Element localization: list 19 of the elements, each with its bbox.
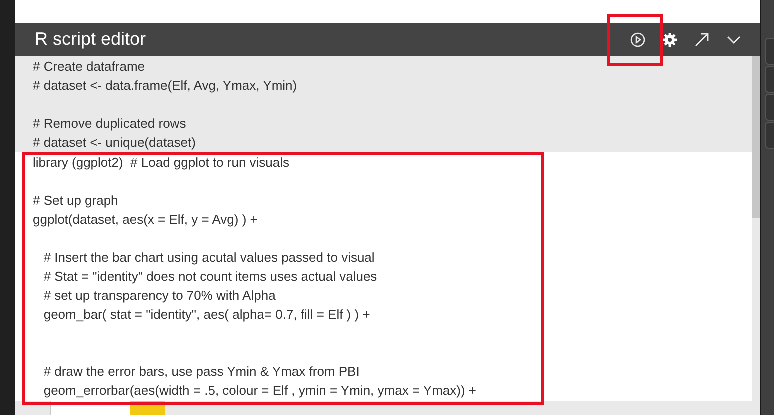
code-line: library (ggplot2) # Load ggplot to run visuals [32, 154, 291, 172]
code-line: # dataset <- data.frame(Elf, Avg, Ymax, Ymin) [32, 77, 298, 95]
code-line: # Create dataframe [32, 58, 146, 76]
code-line: # set up transparency to 70% with Alpha [42, 287, 277, 305]
expand-arrow-icon[interactable] [694, 32, 710, 48]
code-line: # dataset <- unique(dataset) [32, 134, 197, 152]
scrollbar-thumb[interactable] [752, 56, 760, 218]
code-line: # Remove duplicated rows [32, 115, 188, 133]
editor-title: R script editor [35, 28, 148, 52]
code-line: # Insert the bar chart using acutal values passed to visual [42, 249, 376, 267]
run-icon[interactable] [630, 32, 646, 48]
highlight-frame [607, 14, 663, 66]
code-line: geom_errorbar(aes(width = .5, colour = Elf , ymin = Ymin, ymax = Ymax)) + [42, 382, 478, 400]
code-line: # draw the error bars, use pass Ymin & Ymax from PBI [42, 363, 361, 381]
code-line: # Stat = "identity" does not count items uses actual values [42, 268, 378, 286]
code-line: geom_bar( stat = "identity", aes( alpha= 0.7, fill = Elf ) ) + [42, 306, 372, 324]
code-line: # Set up graph [32, 192, 120, 210]
settings-icon[interactable] [662, 32, 678, 48]
code-line: ggplot(dataset, aes(x = Elf, y = Avg) ) + [32, 211, 259, 229]
